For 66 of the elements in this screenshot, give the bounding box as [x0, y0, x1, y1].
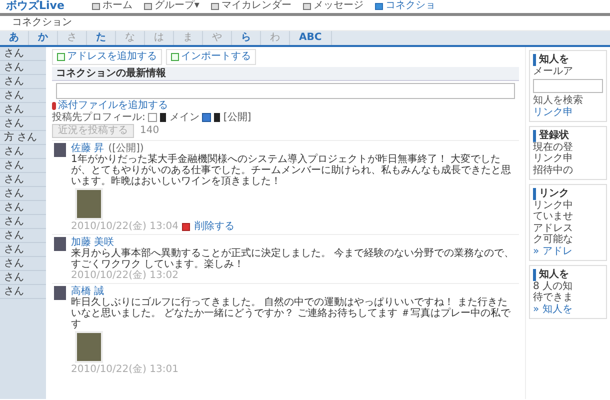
post-date: 2010/10/22(金) 13:04 [71, 221, 178, 232]
delete-icon [182, 222, 190, 230]
panel-title: リンク [533, 188, 603, 200]
nav-icon [211, 2, 220, 10]
status-input-field[interactable] [56, 83, 515, 99]
nav-icon [92, 2, 100, 10]
index-tab[interactable]: あ [0, 31, 29, 45]
edit-icon [57, 52, 65, 61]
avatar [54, 237, 66, 251]
checkbox[interactable] [202, 112, 212, 122]
nav-icon [303, 2, 312, 10]
nav-icon [144, 2, 152, 10]
visibility-label: ([公開]) [108, 143, 144, 154]
index-tab[interactable]: ABC [290, 31, 332, 45]
panel-text: ク可能な [533, 234, 574, 246]
nav-link[interactable]: コネクショ [375, 0, 436, 12]
panel-text: リンク申 [533, 153, 574, 164]
index-tab[interactable]: か [29, 31, 58, 45]
panel-text: 8 人の知 [533, 280, 574, 292]
post-text: 来月から人事本部へ異動することが正式に決定しました。 今まで経験のない分野での業務なので、すごくワクワク しています。楽しみ！ [71, 248, 516, 270]
panel-text: 待できま [533, 292, 574, 304]
checkbox[interactable] [148, 112, 158, 122]
edit-icon [171, 52, 179, 61]
panel-link[interactable]: リンク申 [533, 106, 603, 118]
post-text: 1年がかりだった某大手金融機関様へのシステム導入プロジェクトが昨日無事終了！ 大変でしたが、とてもやりがいのある仕事でした。チームメンバーに助けられ、私もみんなも成長できたと思います。昨晩はおいしいワインを頂きました！ [71, 154, 512, 187]
email-input-field[interactable] [533, 79, 603, 93]
char-count: 140 [140, 125, 160, 137]
profile-thumbnail [160, 112, 166, 122]
nav-icon [375, 2, 384, 10]
nav-link[interactable]: ホーム [92, 0, 132, 12]
panel-text: 招待中の [533, 164, 574, 176]
post-date: 2010/10/22(金) 13:02 [71, 270, 178, 281]
author-link[interactable]: 佐藤 昇 [71, 143, 104, 154]
post-date: 2010/10/22(金) 13:01 [71, 364, 178, 375]
panel-text: アドレス [533, 222, 574, 234]
nav-link[interactable]: メッセージ [303, 0, 364, 12]
author-link[interactable]: 加藤 美咲 [71, 237, 114, 248]
panel-link[interactable]: » アドレ [533, 246, 603, 257]
site-logo[interactable]: ボウズLive [6, 0, 64, 12]
avatar [54, 286, 66, 300]
action-link[interactable]: アドレスを追加する [52, 49, 162, 64]
panel-text: リンク中 [533, 200, 574, 211]
index-tab[interactable]: ら [232, 31, 261, 45]
profile-option-label: [公開] [223, 112, 252, 123]
profile-thumbnail [214, 112, 220, 122]
action-link[interactable]: インポートする [166, 49, 256, 64]
profile-option-label: メイン [169, 112, 200, 123]
nav-link[interactable]: マイカレンダー [211, 0, 292, 12]
attach-file-link[interactable]: 添付ファイルを追加する [52, 100, 519, 112]
delete-link[interactable]: 削除する [194, 221, 234, 232]
panel-title: 知人を [533, 269, 603, 280]
panel-title: 登録状 [533, 130, 603, 142]
index-tab[interactable]: た [87, 31, 116, 45]
section-heading: コネクションの最新情報 [52, 66, 519, 81]
panel-title: 知人を [533, 54, 603, 66]
author-link[interactable]: 高橋 誠 [71, 286, 104, 297]
panel-text: 現在の登 [533, 142, 574, 152]
panel-link[interactable]: » 知人を [533, 304, 603, 315]
avatar [54, 143, 66, 157]
profile-label: 投稿先プロフィール: [52, 112, 146, 123]
panel-text: ていませ [533, 211, 574, 222]
panel-text: 知人を検索 [533, 95, 584, 106]
post-text: 昨日久しぶりにゴルフに行ってきました。 自然の中での運動はやっぱりいいですね！ また行きたいなと思いました。 どなたか一緒にどうですか？ ご連絡お待ちしてます ＃写真はプレー中の私です [71, 297, 512, 330]
clip-icon [52, 102, 56, 110]
panel-text: メールア [533, 66, 574, 77]
nav-link[interactable]: グループ▾ [144, 0, 200, 12]
